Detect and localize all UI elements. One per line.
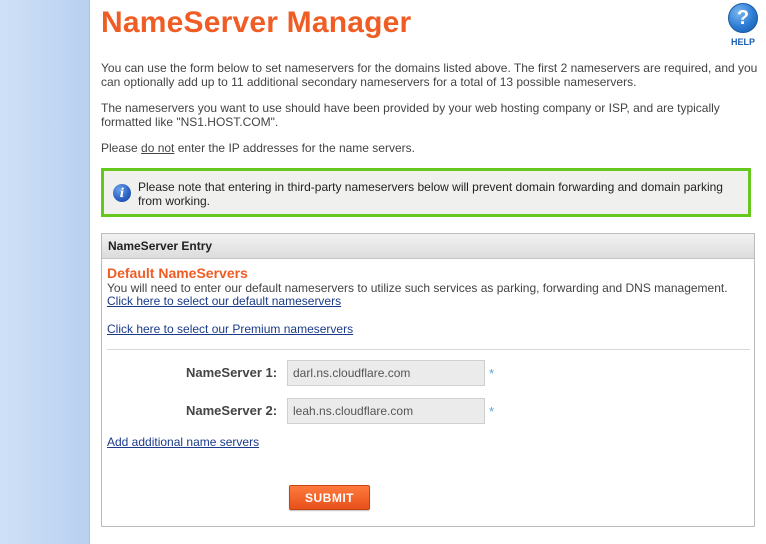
required-asterisk: * xyxy=(489,366,495,381)
info-icon: i xyxy=(113,184,131,202)
left-sidebar xyxy=(0,0,90,544)
nameserver-2-input[interactable] xyxy=(287,398,485,424)
intro-p3-before: Please xyxy=(101,141,142,155)
notice-box: i Please note that entering in third-par… xyxy=(101,168,751,217)
required-asterisk: * xyxy=(489,404,495,419)
intro-paragraph-1: You can use the form below to set namese… xyxy=(101,61,758,89)
intro-p3-emphasis: do not xyxy=(141,141,175,155)
help-icon[interactable]: ? xyxy=(728,3,758,33)
nameserver-entry-panel: NameServer Entry Default NameServers You… xyxy=(101,233,755,527)
section-title: Default NameServers xyxy=(107,265,248,281)
panel-header: NameServer Entry xyxy=(102,234,754,259)
help-button[interactable]: ? HELP xyxy=(726,3,760,47)
default-nameservers-link[interactable]: Click here to select our default nameser… xyxy=(107,294,341,308)
nameserver-2-label: NameServer 2: xyxy=(186,403,278,418)
intro-paragraph-3: Please do not enter the IP addresses for… xyxy=(101,141,761,155)
help-label[interactable]: HELP xyxy=(726,37,760,47)
nameserver-1-label: NameServer 1: xyxy=(186,365,278,380)
nameserver-1-input[interactable] xyxy=(287,360,485,386)
section-description: You will need to enter our default names… xyxy=(107,281,728,295)
page-title: NameServer Manager xyxy=(101,6,412,39)
divider xyxy=(107,349,750,350)
add-nameservers-link[interactable]: Add additional name servers xyxy=(107,435,259,449)
intro-paragraph-2: The nameservers you want to use should h… xyxy=(101,101,720,129)
notice-text: Please note that entering in third-party… xyxy=(138,180,723,208)
premium-nameservers-link[interactable]: Click here to select our Premium nameser… xyxy=(107,322,353,336)
intro-p3-after: enter the IP addresses for the name serv… xyxy=(174,141,415,155)
submit-button[interactable]: SUBMIT xyxy=(289,485,370,510)
